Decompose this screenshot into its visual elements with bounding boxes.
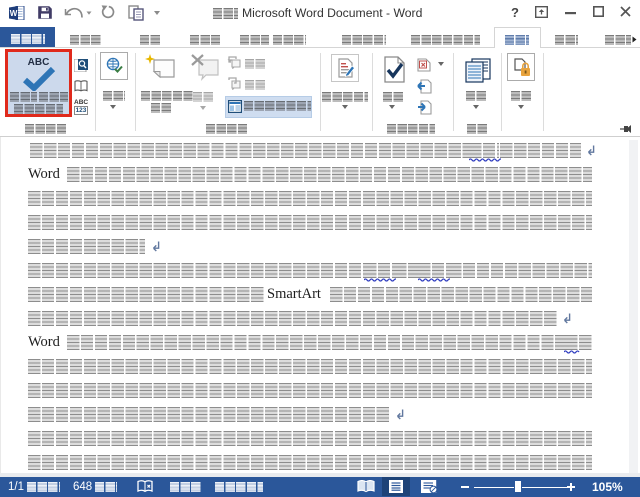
svg-text:W: W <box>10 9 18 18</box>
